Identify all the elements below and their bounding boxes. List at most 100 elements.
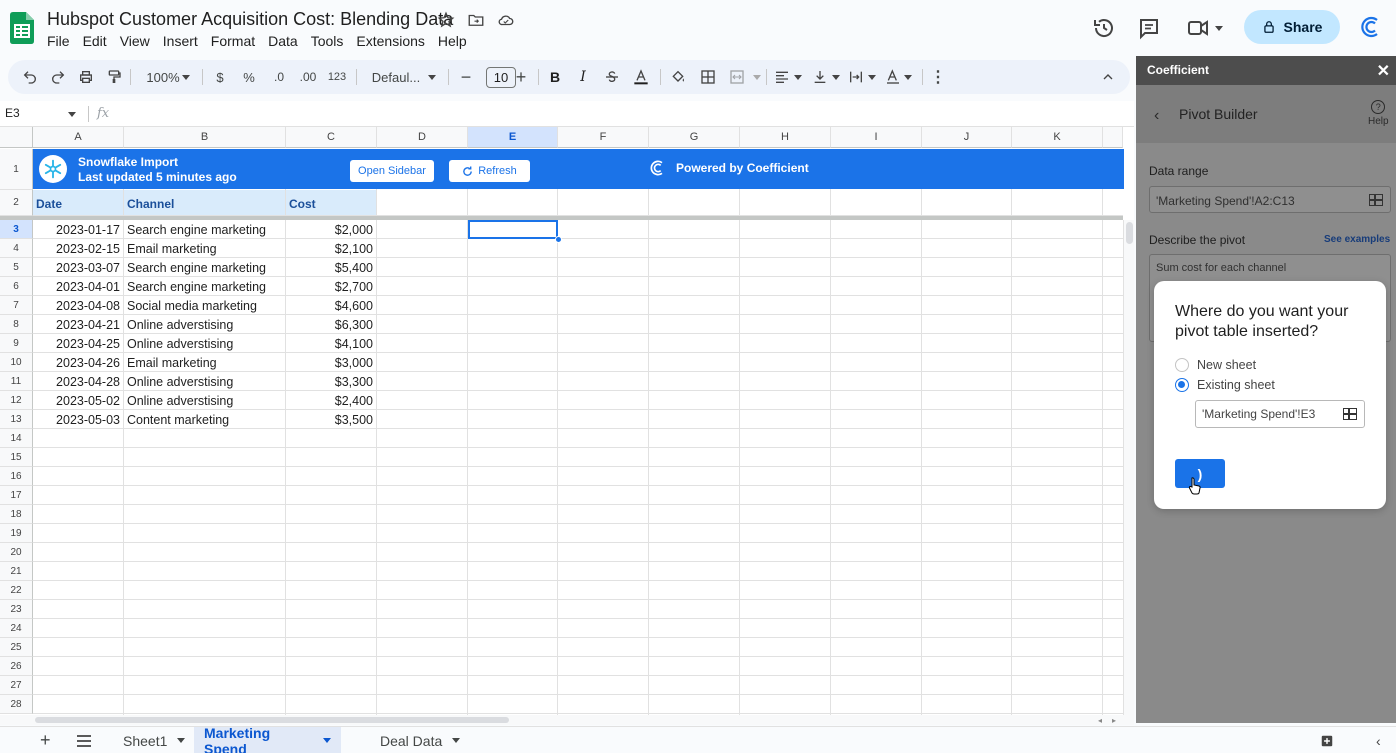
bold-button[interactable]: B	[548, 60, 562, 94]
cell-date[interactable]: 2023-04-28	[33, 372, 123, 391]
halign-dropdown-icon[interactable]	[794, 75, 802, 80]
row-header-9[interactable]: 9	[0, 334, 33, 353]
data-range-input[interactable]: 'Marketing Spend'!A2:C13	[1149, 186, 1391, 213]
menu-extensions[interactable]: Extensions	[356, 33, 431, 49]
font-select[interactable]: Defaul...	[366, 60, 426, 94]
tab-marketing-spend-dropdown-icon[interactable]	[323, 738, 331, 743]
cell-date[interactable]: 2023-05-02	[33, 391, 123, 410]
add-sheet-icon[interactable]: +	[30, 727, 61, 753]
increase-decimal-button[interactable]: .00	[296, 60, 320, 94]
row-header-19[interactable]: 19	[0, 524, 33, 543]
print-icon[interactable]	[78, 60, 94, 94]
cell-date[interactable]: 2023-03-07	[33, 258, 123, 277]
select-range-icon[interactable]	[1369, 194, 1383, 206]
sheets-logo-icon[interactable]	[10, 12, 34, 44]
name-box-dropdown-icon[interactable]	[68, 112, 76, 117]
cell-cost[interactable]: $4,600	[286, 296, 376, 315]
more-options-icon[interactable]: ⋮	[930, 60, 946, 94]
cloud-status-icon[interactable]	[497, 11, 515, 29]
radio-new-sheet[interactable]: New sheet	[1175, 358, 1256, 372]
column-header-j[interactable]: J	[922, 127, 1012, 148]
cell-date[interactable]: 2023-04-08	[33, 296, 123, 315]
row-header-1[interactable]: 1	[0, 149, 33, 190]
version-history-icon[interactable]	[1092, 16, 1116, 40]
menu-insert[interactable]: Insert	[163, 33, 205, 49]
cell-date[interactable]: 2023-04-25	[33, 334, 123, 353]
percent-format-button[interactable]: %	[241, 60, 257, 94]
radio-existing-sheet[interactable]: Existing sheet	[1175, 378, 1275, 392]
cell-cost[interactable]: $4,100	[286, 334, 376, 353]
column-header-f[interactable]: F	[558, 127, 649, 148]
valign-dropdown-icon[interactable]	[832, 75, 840, 80]
cell-channel[interactable]: Email marketing	[124, 353, 285, 372]
column-header-b[interactable]: B	[124, 127, 286, 148]
close-sidebar-icon[interactable]: ✕	[1377, 61, 1390, 81]
menu-edit[interactable]: Edit	[83, 33, 114, 49]
row-header-17[interactable]: 17	[0, 486, 33, 505]
cell-date[interactable]: 2023-04-21	[33, 315, 123, 334]
see-examples-link[interactable]: See examples	[1324, 234, 1390, 245]
menu-tools[interactable]: Tools	[311, 33, 351, 49]
row-header-21[interactable]: 21	[0, 562, 33, 581]
menu-file[interactable]: File	[47, 33, 77, 49]
merge-cells-icon[interactable]	[729, 60, 745, 94]
text-rotation-icon[interactable]	[885, 60, 901, 94]
zoom-select[interactable]: 100%	[138, 60, 188, 94]
rotation-dropdown-icon[interactable]	[904, 75, 912, 80]
tab-sheet1-dropdown-icon[interactable]	[177, 738, 186, 743]
font-size-input[interactable]: 10	[486, 67, 516, 88]
cell-channel[interactable]: Search engine marketing	[124, 277, 285, 296]
cell-cost[interactable]: $2,000	[286, 220, 376, 239]
cell-cost[interactable]: $3,000	[286, 353, 376, 372]
row-header-8[interactable]: 8	[0, 315, 33, 334]
column-header-h[interactable]: H	[740, 127, 831, 148]
cell-channel[interactable]: Online adverstising	[124, 372, 285, 391]
row-header-14[interactable]: 14	[0, 429, 33, 448]
back-icon[interactable]: ‹	[1154, 107, 1159, 125]
text-color-icon[interactable]	[631, 60, 651, 94]
cell-channel[interactable]: Email marketing	[124, 239, 285, 258]
row-header-13[interactable]: 13	[0, 410, 33, 429]
collapse-toolbar-icon[interactable]	[1100, 60, 1116, 94]
cell-channel[interactable]: Online adverstising	[124, 315, 285, 334]
row-header-22[interactable]: 22	[0, 581, 33, 600]
row-header-27[interactable]: 27	[0, 676, 33, 695]
tab-deal-data[interactable]: Deal Data	[370, 727, 470, 753]
tab-marketing-spend[interactable]: Marketing Spend	[194, 725, 341, 753]
star-icon[interactable]	[437, 11, 455, 29]
currency-format-button[interactable]: $	[213, 60, 227, 94]
row-header-3[interactable]: 3	[0, 220, 33, 239]
wrap-dropdown-icon[interactable]	[868, 75, 876, 80]
column-header-a[interactable]: A	[33, 127, 124, 148]
row-header-23[interactable]: 23	[0, 600, 33, 619]
paint-format-icon[interactable]	[106, 60, 122, 94]
cell-channel[interactable]: Content marketing	[124, 410, 285, 429]
menu-format[interactable]: Format	[211, 33, 262, 49]
column-header-k[interactable]: K	[1012, 127, 1103, 148]
cell-channel[interactable]: Online adverstising	[124, 334, 285, 353]
fill-color-icon[interactable]	[670, 60, 686, 94]
merge-dropdown-icon[interactable]	[753, 75, 761, 80]
vertical-scrollbar[interactable]	[1123, 220, 1134, 715]
cell-channel[interactable]: Social media marketing	[124, 296, 285, 315]
spreadsheet-grid[interactable]: A B C D E F G H I J K 1 2 3 4 5 6 7 8 9 …	[0, 127, 1134, 715]
zoom-dropdown-icon[interactable]	[182, 75, 190, 80]
horizontal-align-icon[interactable]	[774, 60, 790, 94]
column-header-i[interactable]: I	[831, 127, 922, 148]
row-header-26[interactable]: 26	[0, 657, 33, 676]
row-header-7[interactable]: 7	[0, 296, 33, 315]
column-header-c[interactable]: C	[286, 127, 377, 148]
vertical-align-icon[interactable]	[812, 60, 828, 94]
radio-existing-sheet-control[interactable]	[1175, 378, 1189, 392]
row-header-24[interactable]: 24	[0, 619, 33, 638]
column-header-e[interactable]: E	[468, 127, 558, 148]
row-header-4[interactable]: 4	[0, 239, 33, 258]
selected-cell-e3[interactable]	[468, 220, 558, 239]
row-header-28[interactable]: 28	[0, 695, 33, 714]
move-folder-icon[interactable]	[467, 11, 485, 29]
text-wrapping-icon[interactable]	[848, 60, 864, 94]
more-formats-button[interactable]: 123	[326, 60, 348, 94]
menu-help[interactable]: Help	[438, 33, 474, 49]
redo-icon[interactable]	[50, 60, 66, 94]
cell-date[interactable]: 2023-02-15	[33, 239, 123, 258]
